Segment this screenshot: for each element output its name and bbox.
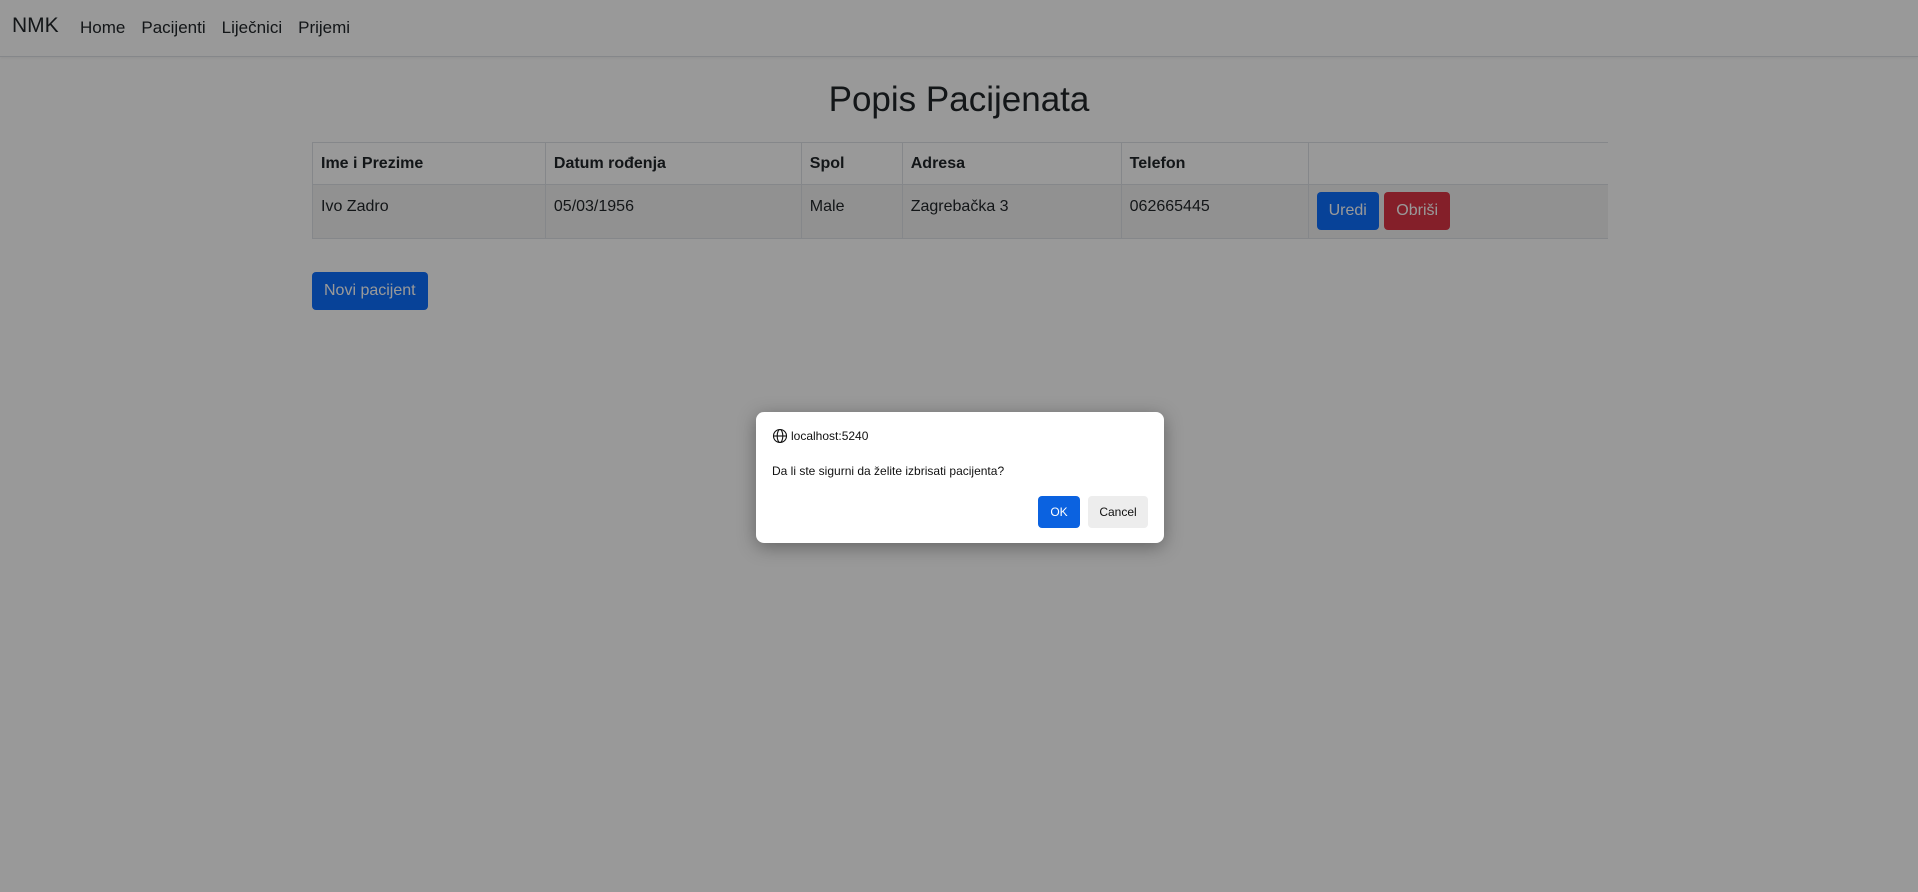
dialog-cancel-button[interactable]: Cancel	[1088, 496, 1148, 528]
dialog-message: Da li ste sigurni da želite izbrisati pa…	[772, 464, 1005, 478]
dialog-origin-text: localhost:5240	[791, 429, 869, 443]
globe-icon	[772, 428, 788, 444]
dialog-ok-button[interactable]: OK	[1038, 496, 1080, 528]
dialog-origin: localhost:5240	[772, 428, 868, 444]
confirm-dialog: localhost:5240 Da li ste sigurni da želi…	[756, 412, 1164, 543]
dialog-buttons: OK Cancel	[1038, 496, 1148, 528]
